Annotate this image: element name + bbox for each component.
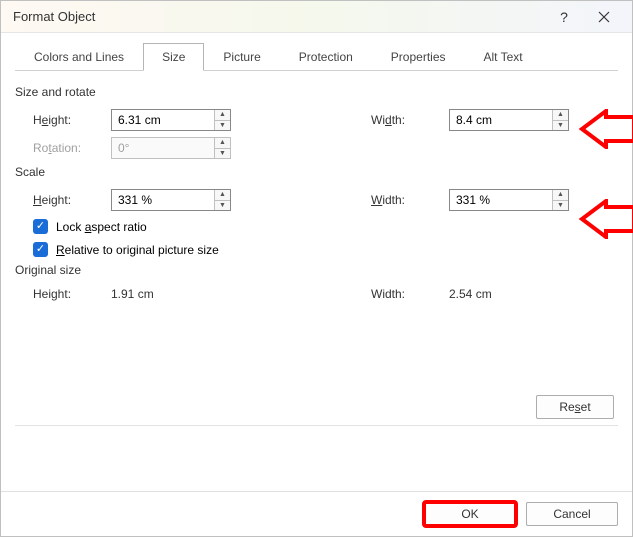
- scale-height-spinner-down[interactable]: ▼: [215, 201, 230, 211]
- height-spinner-up[interactable]: ▲: [215, 110, 230, 121]
- row-scale-height: Height: ▲ ▼ Width: ▲ ▼: [33, 189, 618, 211]
- row-rotation: Rotation: ▲ ▼: [33, 137, 618, 159]
- label-width: Width:: [371, 113, 449, 127]
- tab-size[interactable]: Size: [143, 43, 204, 71]
- label-rotation: Rotation:: [33, 141, 111, 155]
- row-original: Height: 1.91 cm Width: 2.54 cm: [33, 287, 618, 301]
- rotation-input: [112, 138, 214, 158]
- separator: [15, 425, 618, 426]
- tab-alt-text[interactable]: Alt Text: [465, 43, 542, 71]
- relative-size-checkbox[interactable]: ✓: [33, 242, 48, 257]
- reset-row: Reset: [15, 387, 618, 423]
- scale-width-spinner-up[interactable]: ▲: [553, 190, 568, 201]
- original-width-value: 2.54 cm: [449, 287, 569, 301]
- tab-protection[interactable]: Protection: [280, 43, 372, 71]
- section-size-rotate: Size and rotate: [15, 85, 618, 99]
- scale-width-input[interactable]: [450, 190, 552, 210]
- width-input[interactable]: [450, 110, 552, 130]
- relative-size-label: Relative to original picture size: [56, 243, 219, 257]
- format-object-dialog: Format Object ? Colors and Lines Size Pi…: [0, 0, 633, 537]
- row-size-height: Height: ▲ ▼ Width: ▲ ▼: [33, 109, 618, 131]
- label-scale-height: Height:: [33, 193, 111, 207]
- dialog-title: Format Object: [13, 9, 544, 24]
- scale-width-spinner-down[interactable]: ▼: [553, 201, 568, 211]
- label-height: Height:: [33, 113, 111, 127]
- section-scale: Scale: [15, 165, 618, 179]
- titlebar: Format Object ?: [1, 1, 632, 33]
- rotation-spinner-up: ▲: [215, 138, 230, 149]
- width-spinner-up[interactable]: ▲: [553, 110, 568, 121]
- ok-button[interactable]: OK: [424, 502, 516, 526]
- tab-picture[interactable]: Picture: [204, 43, 279, 71]
- rotation-spinner-down: ▼: [215, 149, 230, 159]
- scale-height-spinner: ▲ ▼: [214, 190, 230, 210]
- relative-size-row[interactable]: ✓ Relative to original picture size: [33, 242, 618, 257]
- width-field-wrap: ▲ ▼: [449, 109, 569, 131]
- label-original-height: Height:: [33, 287, 111, 301]
- tab-colors-lines[interactable]: Colors and Lines: [15, 43, 143, 71]
- section-original-size: Original size: [15, 263, 618, 277]
- content-area: Colors and Lines Size Picture Protection…: [1, 33, 632, 491]
- label-scale-width: Width:: [371, 193, 449, 207]
- width-spinner: ▲ ▼: [552, 110, 568, 130]
- scale-height-input[interactable]: [112, 190, 214, 210]
- help-button[interactable]: ?: [544, 1, 584, 33]
- reset-button[interactable]: Reset: [536, 395, 614, 419]
- lock-aspect-row[interactable]: ✓ Lock aspect ratio: [33, 219, 618, 234]
- cancel-button[interactable]: Cancel: [526, 502, 618, 526]
- height-input[interactable]: [112, 110, 214, 130]
- label-original-width: Width:: [371, 287, 449, 301]
- close-button[interactable]: [584, 1, 624, 33]
- scale-width-field-wrap: ▲ ▼: [449, 189, 569, 211]
- rotation-spinner: ▲ ▼: [214, 138, 230, 158]
- scale-height-field-wrap: ▲ ▼: [111, 189, 231, 211]
- original-height-value: 1.91 cm: [111, 287, 231, 301]
- lock-aspect-checkbox[interactable]: ✓: [33, 219, 48, 234]
- scale-width-spinner: ▲ ▼: [552, 190, 568, 210]
- height-spinner-down[interactable]: ▼: [215, 121, 230, 131]
- tab-properties[interactable]: Properties: [372, 43, 465, 71]
- footer: OK Cancel: [1, 491, 632, 536]
- height-field-wrap: ▲ ▼: [111, 109, 231, 131]
- tab-bar: Colors and Lines Size Picture Protection…: [15, 43, 618, 71]
- rotation-field-wrap: ▲ ▼: [111, 137, 231, 159]
- lock-aspect-label: Lock aspect ratio: [56, 220, 147, 234]
- width-spinner-down[interactable]: ▼: [553, 121, 568, 131]
- height-spinner: ▲ ▼: [214, 110, 230, 130]
- scale-height-spinner-up[interactable]: ▲: [215, 190, 230, 201]
